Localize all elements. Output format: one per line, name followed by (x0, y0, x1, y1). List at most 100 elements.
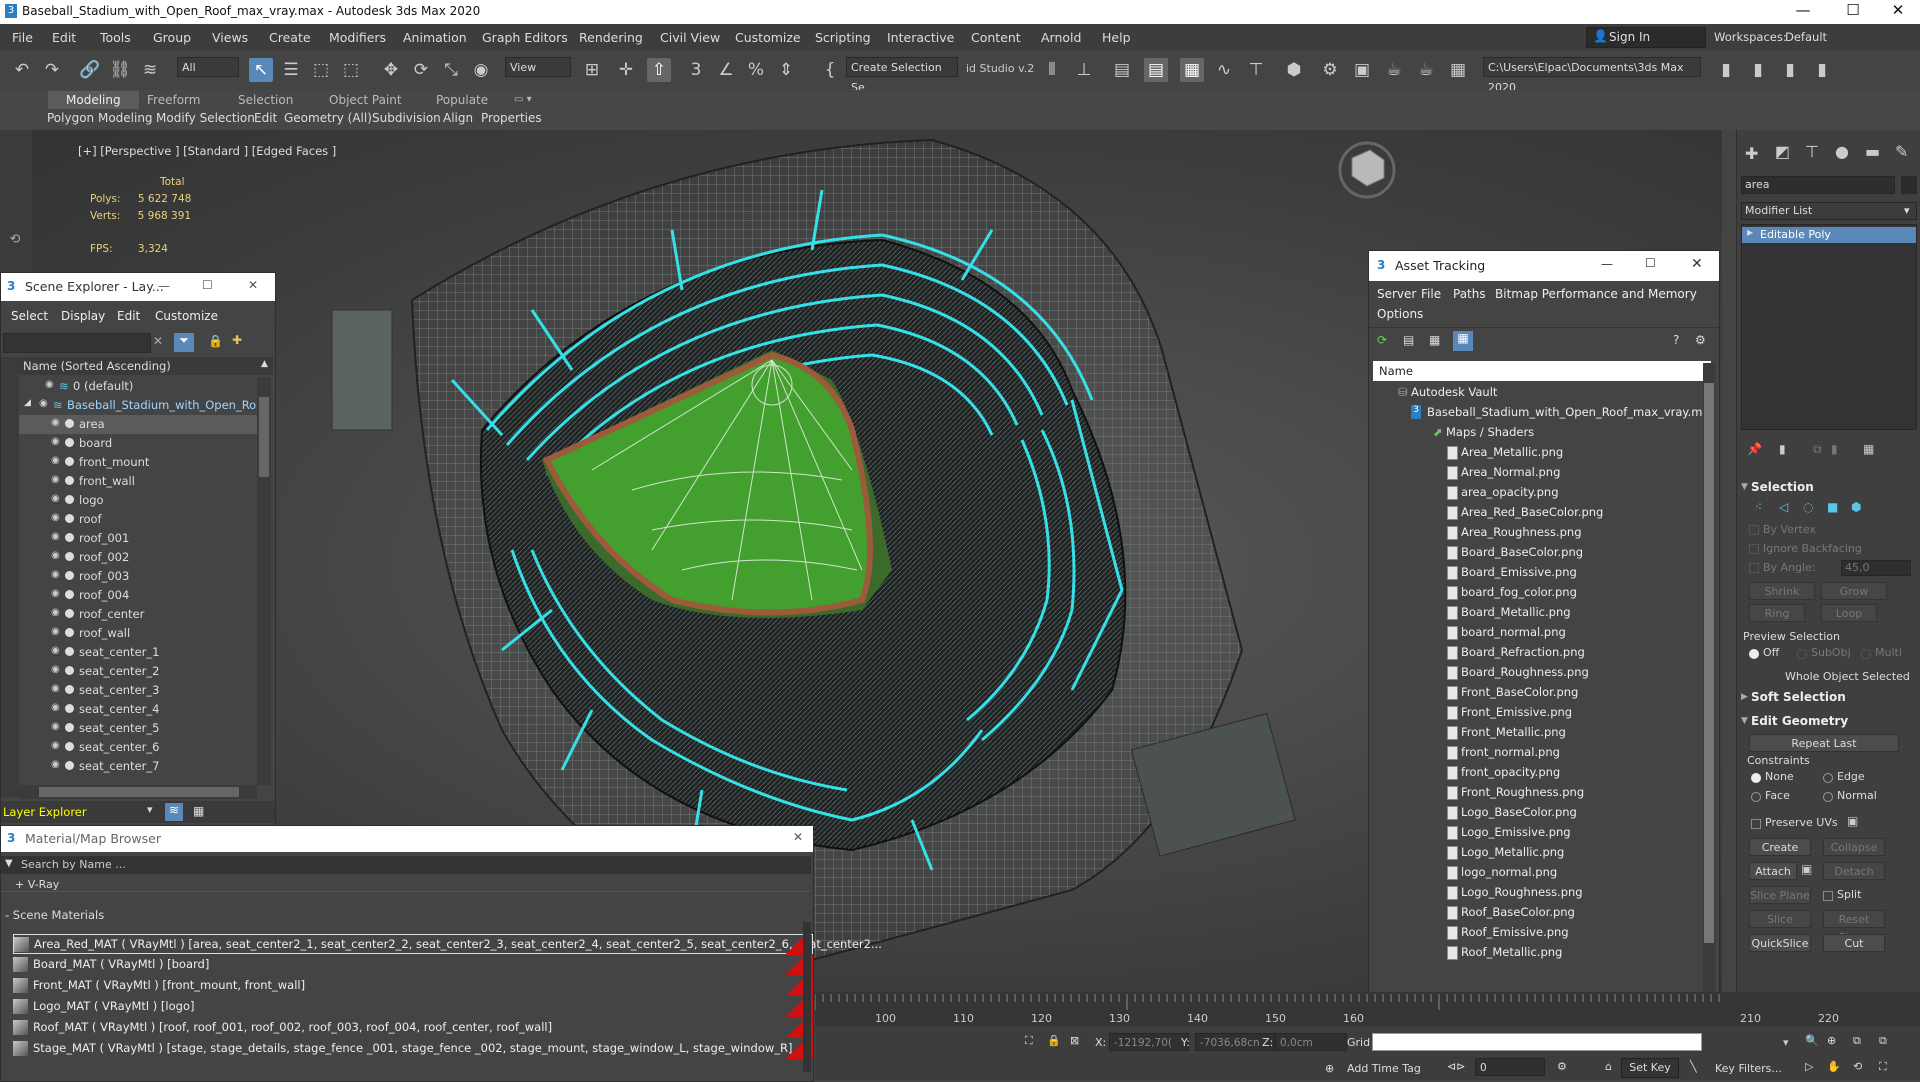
se-menu-customize[interactable]: Customize (155, 309, 218, 323)
project-path-dropdown[interactable]: C:\Users\Elpac\Documents\3ds Max 2020 (1483, 57, 1701, 94)
isolate-selection-icon[interactable]: ⛶ (1025, 1034, 1033, 1048)
toggle-layer-explorer-icon[interactable]: ▤ (1144, 58, 1168, 82)
redo-icon[interactable]: ↷ (40, 58, 64, 82)
schematic-view-icon[interactable]: ⊤ (1244, 58, 1268, 82)
material-item[interactable]: Front_MAT ( VRayMtl ) [front_mount, fron… (13, 976, 813, 996)
set-project-icon[interactable]: ▮ (1746, 58, 1770, 82)
visibility-eye-icon[interactable]: ◉ (51, 627, 61, 637)
tree-item[interactable]: ◉ roof_001 (19, 529, 259, 548)
angle-spinner[interactable]: 45,0 (1841, 560, 1911, 576)
visibility-eye-icon[interactable]: ◉ (51, 589, 61, 599)
reference-coord-dropdown[interactable]: View (505, 57, 571, 77)
asset-row[interactable]: Board_Emissive.png (1373, 563, 1702, 583)
toggle-scene-explorer-icon[interactable]: ▤ (1110, 58, 1134, 82)
asset-row[interactable]: Area_Metallic.png (1373, 443, 1702, 463)
current-frame-spinner[interactable]: 0 (1475, 1058, 1545, 1076)
ribbon-tab-modeling[interactable]: Modeling (48, 91, 139, 109)
bind-spacewarp-icon[interactable]: ≋ (138, 58, 162, 82)
ribbon-polygon-modeling[interactable]: Polygon Modeling (47, 111, 153, 125)
timeline-right-segment[interactable]: 210 220 (1720, 992, 1920, 1026)
add-time-tag[interactable]: Add Time Tag (1347, 1062, 1421, 1075)
create-project-icon[interactable]: ▮ (1778, 58, 1802, 82)
visibility-eye-icon[interactable]: ◉ (51, 684, 61, 694)
selection-lock-icon[interactable]: 🔒 (1047, 1034, 1061, 1047)
link-icon[interactable]: 🔗 (78, 58, 102, 82)
menu-civil-view[interactable]: Civil View (660, 30, 720, 45)
ribbon-subdivision[interactable]: Subdivision (372, 111, 441, 125)
layer-explorer-dropdown[interactable]: Layer Explorer (3, 805, 87, 819)
se-filter-icon[interactable]: ⏷ (174, 333, 194, 352)
asset-row[interactable]: Area_Roughness.png (1373, 523, 1702, 543)
at-refresh-icon[interactable]: ⟳ (1377, 333, 1387, 347)
preview-off-radio[interactable] (1749, 649, 1759, 659)
modifier-list-dropdown[interactable]: Modifier List ▾ (1741, 202, 1917, 220)
project-options-icon[interactable]: ▮ (1810, 58, 1834, 82)
asset-row[interactable]: Front_Metallic.png (1373, 723, 1702, 743)
attach-list-icon[interactable]: ▣ (1801, 862, 1812, 876)
tree-layer-default[interactable]: ◉ ≋ 0 (default) (19, 377, 259, 396)
repeat-last-button[interactable]: Repeat Last (1749, 734, 1899, 752)
named-selection-sets-dropdown[interactable]: Create Selection Se (846, 57, 958, 94)
maximize-button[interactable]: ☐ (1831, 1, 1875, 19)
asset-row[interactable]: board_fog_color.png (1373, 583, 1702, 603)
asset-row[interactable]: Front_BaseColor.png (1373, 683, 1702, 703)
rollout-arrow-icon[interactable]: ▼ (1741, 716, 1748, 726)
se-menu-display[interactable]: Display (61, 309, 105, 323)
material-browser-close[interactable]: ✕ (793, 830, 803, 844)
side-structure-left[interactable] (331, 309, 393, 431)
vray-group[interactable]: + V-Ray (15, 878, 59, 891)
zoom-extents-all-icon[interactable]: ⧉ (1879, 1034, 1887, 1048)
asset-tracking-minimize[interactable]: — (1601, 257, 1613, 271)
material-item[interactable]: Board_MAT ( VRayMtl ) [board] (13, 955, 813, 975)
undo-icon[interactable]: ↶ (10, 58, 34, 82)
ribbon-tab-populate[interactable]: Populate (436, 91, 488, 109)
show-end-result-icon[interactable]: ▮ (1779, 442, 1786, 456)
material-scrollbar[interactable] (803, 922, 811, 1072)
ribbon-tab-selection[interactable]: Selection (238, 91, 293, 109)
material-editor-icon[interactable]: ⬢ (1282, 58, 1306, 82)
preserve-uvs-checkbox[interactable] (1751, 819, 1761, 829)
scale-icon[interactable]: ⤡ (439, 58, 463, 82)
tree-item[interactable]: ◉ roof_002 (19, 548, 259, 567)
snaps-toggle-icon[interactable]: 3 (684, 58, 708, 82)
rotate-icon[interactable]: ⟳ (409, 58, 433, 82)
se-menu-select[interactable]: Select (11, 309, 48, 323)
rollout-arrow-icon[interactable]: ▶ (1741, 692, 1748, 702)
key-filters-icon[interactable]: ╲ (1690, 1060, 1697, 1073)
se-column-header[interactable]: Name (Sorted Ascending) ▲ (19, 357, 273, 375)
constraint-edge-radio[interactable] (1823, 773, 1833, 783)
orbit-viewport-icon[interactable]: ⟲ (1853, 1060, 1862, 1073)
expand-arrow-icon[interactable]: ▶ (1747, 228, 1753, 237)
tree-item[interactable]: ◉ logo (19, 491, 259, 510)
tree-item[interactable]: ◉ roof_003 (19, 567, 259, 586)
menu-animation[interactable]: Animation (403, 30, 467, 45)
tree-item[interactable]: ◉ seat_center_6 (19, 738, 259, 757)
key-filters-button[interactable]: Key Filters... (1715, 1062, 1782, 1075)
key-mode-icon[interactable]: ⚙ (1557, 1060, 1567, 1073)
se-hscroll-thumb[interactable] (39, 787, 239, 797)
playback-options-icon[interactable]: ▾ (1783, 1036, 1789, 1049)
align-icon[interactable]: ⊥ (1072, 58, 1096, 82)
constraint-normal-radio[interactable] (1823, 792, 1833, 802)
tree-item[interactable]: ◉ front_mount (19, 453, 259, 472)
polygon-mode-icon[interactable]: ■ (1827, 500, 1838, 514)
visibility-eye-icon[interactable]: ◉ (51, 456, 61, 466)
move-icon[interactable]: ✥ (379, 58, 403, 82)
edge-mode-icon[interactable]: ◁ (1779, 500, 1788, 514)
timeline[interactable]: 100 110 120 130 140 150 160 210 (815, 992, 1735, 1026)
se-add-layer-icon[interactable]: ✚ (232, 333, 242, 347)
visibility-eye-icon[interactable]: ◉ (51, 551, 61, 561)
angle-snap-icon[interactable]: ∠ (714, 58, 738, 82)
tree-item[interactable]: ◉ roof_center (19, 605, 259, 624)
at-menu-server[interactable]: Server (1377, 287, 1416, 301)
tree-item[interactable]: ◉ seat_center_1 (19, 643, 259, 662)
element-mode-icon[interactable]: ⬢ (1851, 500, 1861, 514)
pivot-icon[interactable]: ⊞ (580, 58, 604, 82)
material-item[interactable]: Stage_MAT ( VRayMtl ) [stage, stage_deta… (13, 1039, 813, 1059)
ribbon-options-icon[interactable]: ▭ ▾ (514, 91, 532, 109)
close-button[interactable]: ✕ (1876, 1, 1920, 19)
minimize-button[interactable]: — (1781, 1, 1825, 19)
menu-edit[interactable]: Edit (52, 30, 76, 45)
search-expand-icon[interactable]: ▼ (5, 858, 13, 869)
menu-help[interactable]: Help (1102, 30, 1131, 45)
